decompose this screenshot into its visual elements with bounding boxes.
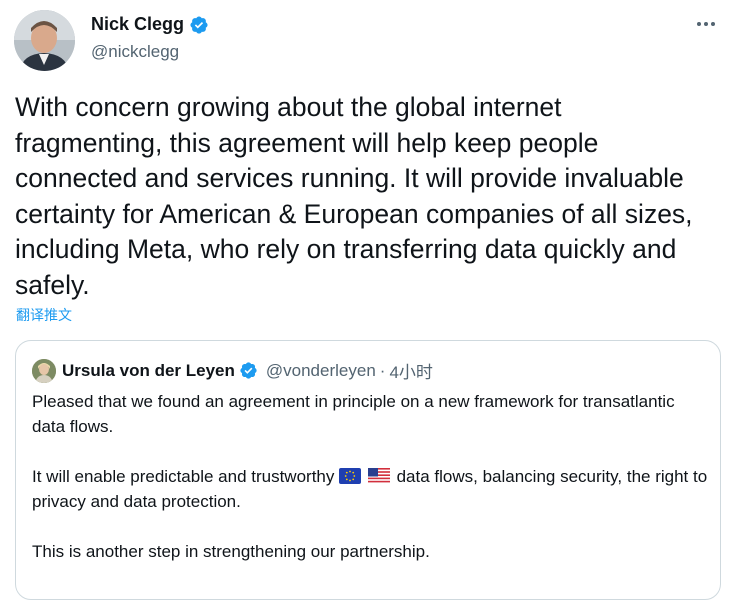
- quoted-paragraph-3: This is another step in strengthening ou…: [32, 542, 430, 561]
- quoted-paragraph-2: It will enable predictable and trustwort…: [32, 464, 712, 514]
- separator-dot: ·: [379, 360, 386, 380]
- profile-photo: [14, 10, 75, 71]
- author-avatar[interactable]: [14, 10, 75, 71]
- more-horizontal-icon[interactable]: [694, 12, 718, 36]
- tweet-text: With concern growing about the global in…: [15, 92, 693, 300]
- quoted-author-handle[interactable]: @vonderleyen: [266, 361, 376, 381]
- author-name-row[interactable]: Nick Clegg: [91, 14, 209, 35]
- quoted-tweet-header: Ursula von der Leyen @vonderleyen · 4小时: [32, 358, 433, 383]
- verified-badge-icon: [189, 15, 209, 35]
- quoted-paragraph-1: Pleased that we found an agreement in pr…: [32, 392, 675, 436]
- quoted-paragraph-2-lead: It will enable predictable and trustwort…: [32, 467, 335, 486]
- quoted-profile-photo: [32, 358, 56, 383]
- eu-flag-icon: [339, 466, 362, 484]
- translate-tweet-link[interactable]: 翻译推文: [16, 305, 72, 325]
- quoted-author-name[interactable]: Ursula von der Leyen: [62, 361, 235, 381]
- quoted-timestamp[interactable]: 4小时: [389, 358, 432, 383]
- us-flag-icon: [367, 466, 390, 484]
- verified-badge-icon: [239, 361, 258, 380]
- quoted-tweet[interactable]: Ursula von der Leyen @vonderleyen · 4小时 …: [15, 340, 721, 600]
- quoted-tweet-body: Pleased that we found an agreement in pr…: [32, 389, 712, 589]
- author-handle[interactable]: @nickclegg: [91, 42, 179, 62]
- quoted-author-avatar[interactable]: [32, 358, 56, 383]
- author-name[interactable]: Nick Clegg: [91, 14, 184, 35]
